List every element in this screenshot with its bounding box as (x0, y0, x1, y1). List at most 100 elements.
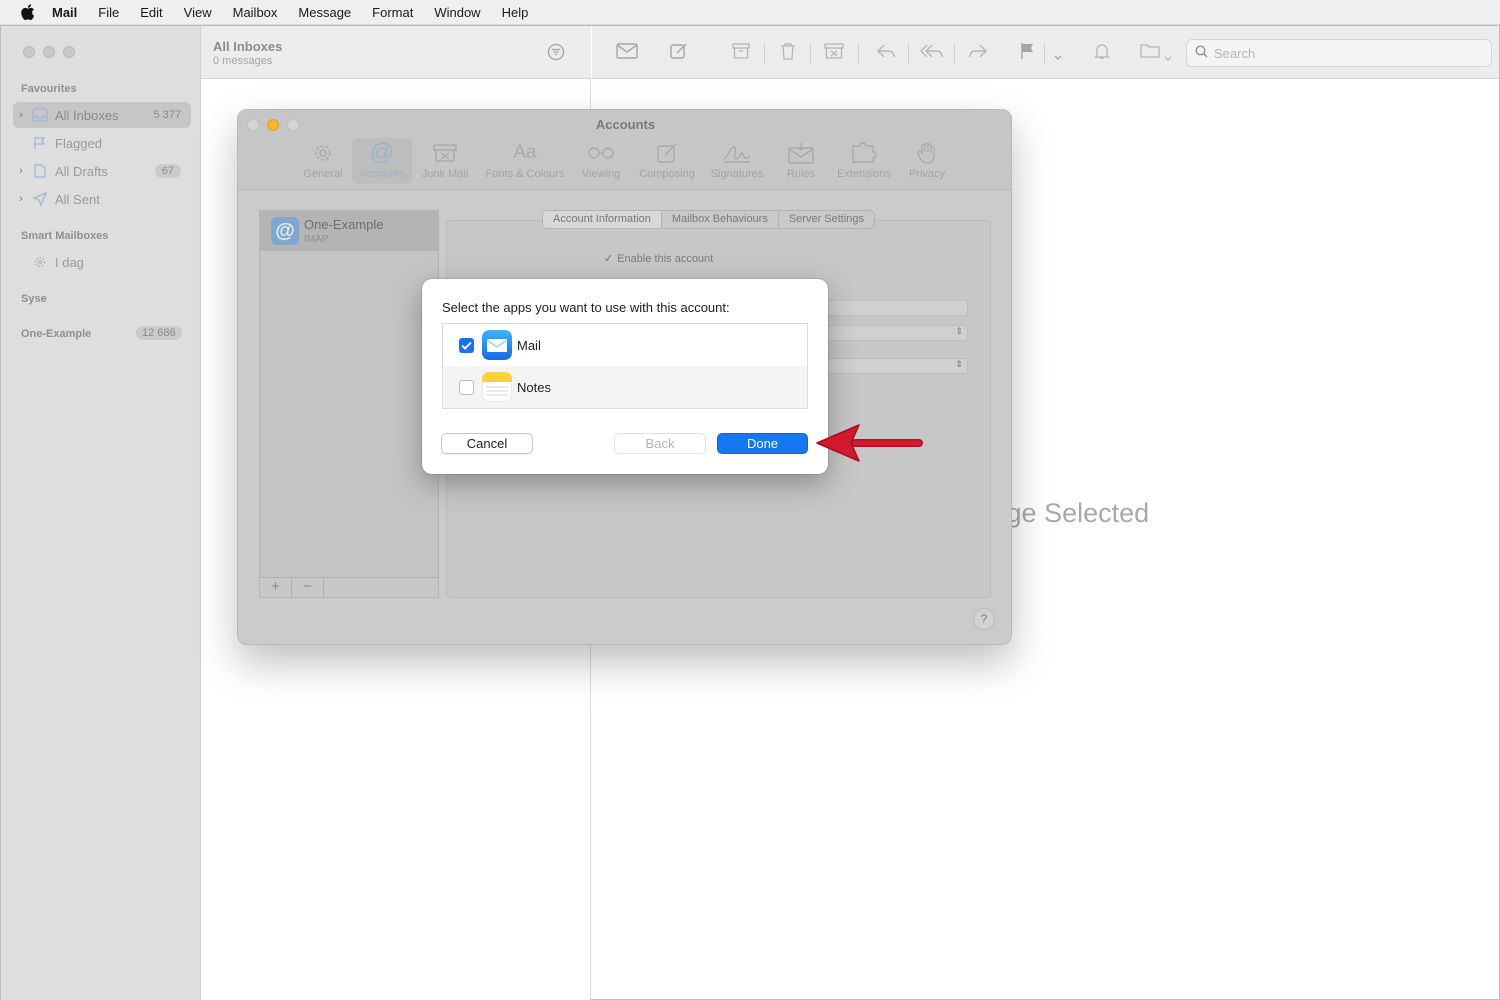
rules-icon (788, 141, 814, 165)
account-list: @ One-Example IMAP + − (259, 210, 439, 598)
compose-icon (656, 141, 678, 165)
tab-junk-mail[interactable]: Junk Mail (418, 138, 472, 184)
app-row-notes[interactable]: Notes (443, 366, 807, 408)
tab-extensions[interactable]: Extensions (832, 138, 896, 184)
archive-icon[interactable] (732, 42, 750, 65)
toolbar-separator (764, 43, 765, 65)
toolbar: Search (592, 26, 1499, 79)
tab-composing[interactable]: Composing (632, 138, 702, 184)
segment-mailbox-behaviours[interactable]: Mailbox Behaviours (660, 211, 778, 228)
hand-icon (917, 141, 937, 165)
menu-edit[interactable]: Edit (140, 5, 162, 20)
sidebar-item-flagged[interactable]: Flagged (13, 130, 191, 156)
filter-icon[interactable] (547, 43, 565, 66)
menu-mailbox[interactable]: Mailbox (233, 5, 278, 20)
tab-viewing[interactable]: Viewing (576, 138, 626, 184)
window-controls (23, 46, 75, 58)
segment-server-settings[interactable]: Server Settings (777, 211, 874, 228)
remove-account-button[interactable]: − (292, 578, 324, 597)
viewer-empty-label: No Message Selected (1009, 498, 1150, 528)
select-apps-sheet: Select the apps you want to use with thi… (422, 279, 828, 474)
bell-icon[interactable] (1094, 42, 1110, 65)
menu-bar: Mail File Edit View Mailbox Message Form… (0, 0, 1500, 25)
done-button[interactable]: Done (717, 433, 808, 454)
tab-signatures[interactable]: Signatures (706, 138, 768, 184)
help-button[interactable]: ? (973, 608, 995, 630)
reply-all-icon[interactable] (920, 42, 944, 65)
message-list-header: All Inboxes 0 messages (201, 26, 591, 79)
sidebar-item-all-drafts[interactable]: › All Drafts 67 (13, 158, 191, 184)
add-account-button[interactable]: + (260, 578, 292, 597)
account-name: One-Example (304, 217, 384, 232)
envelope-icon[interactable] (616, 42, 638, 65)
menu-window[interactable]: Window (434, 5, 480, 20)
glasses-icon (586, 141, 616, 165)
annotation-arrow-icon (815, 421, 925, 472)
mailbox-title: All Inboxes (213, 39, 283, 54)
syse-heading[interactable]: Syse (21, 293, 47, 305)
unread-count: 5 377 (153, 109, 181, 121)
chevron-down-icon[interactable] (1054, 48, 1062, 66)
no-message-selected-text: No Message Selected (1009, 498, 1209, 529)
apple-logo-icon[interactable] (18, 2, 38, 22)
sidebar-item-all-inboxes[interactable]: › All Inboxes 5 377 (13, 102, 191, 128)
chevron-right-icon[interactable]: › (13, 193, 29, 205)
trash-icon[interactable] (780, 42, 796, 65)
folder-icon[interactable] (1140, 42, 1160, 63)
compose-icon[interactable] (670, 42, 688, 65)
tab-label: Extensions (837, 168, 891, 180)
tab-general[interactable]: General (300, 138, 346, 184)
account-field[interactable] (808, 300, 968, 316)
toolbar-separator (954, 43, 955, 65)
close-window-button[interactable] (23, 46, 35, 58)
tab-label: Privacy (908, 168, 946, 180)
tab-accounts[interactable]: @ Accounts (352, 138, 412, 184)
junk-icon (433, 141, 457, 165)
tab-rules[interactable]: Rules (778, 138, 824, 184)
chevron-right-icon[interactable]: › (13, 165, 29, 177)
tab-fonts-colours[interactable]: Aa Fonts & Colours (480, 138, 570, 184)
minimize-window-button[interactable] (43, 46, 55, 58)
account-select[interactable]: ⇕ (808, 358, 968, 374)
menu-file[interactable]: File (98, 5, 119, 20)
segment-account-information[interactable]: Account Information (543, 211, 661, 228)
junk-icon[interactable] (824, 42, 844, 65)
sidebar-item-i-dag[interactable]: I dag (13, 249, 191, 275)
app-list: Mail Notes (442, 323, 808, 409)
mail-checkbox[interactable] (459, 337, 474, 353)
back-button[interactable]: Back (614, 433, 706, 454)
flag-icon (29, 136, 51, 150)
sidebar-item-label: All Sent (55, 191, 100, 207)
account-row[interactable]: @ One-Example IMAP (260, 211, 438, 251)
zoom-window-button[interactable] (63, 46, 75, 58)
chevron-right-icon[interactable]: › (13, 109, 29, 121)
reply-icon[interactable] (876, 42, 896, 65)
chevron-down-icon[interactable] (1164, 49, 1172, 67)
account-type: IMAP (304, 234, 329, 245)
message-count: 0 messages (213, 55, 273, 67)
sidebar-item-all-sent[interactable]: › All Sent (13, 186, 191, 212)
updown-chevron-icon: ⇕ (955, 359, 963, 369)
menu-help[interactable]: Help (502, 5, 529, 20)
menu-view[interactable]: View (184, 5, 212, 20)
tab-label: Rules (786, 168, 816, 180)
toolbar-separator (1044, 43, 1045, 65)
app-label: Mail (517, 337, 541, 353)
forward-icon[interactable] (968, 42, 988, 65)
menu-format[interactable]: Format (372, 5, 413, 20)
flag-icon[interactable] (1020, 42, 1036, 65)
cancel-button[interactable]: Cancel (441, 433, 533, 454)
account-count: 12 686 (136, 326, 182, 340)
notes-checkbox[interactable] (459, 379, 474, 395)
menu-message[interactable]: Message (298, 5, 351, 20)
tab-privacy[interactable]: Privacy (904, 138, 950, 184)
search-icon (1195, 45, 1208, 61)
account-select[interactable]: ⇕ (808, 325, 968, 341)
search-placeholder: Search (1214, 45, 1256, 61)
enable-account-checkbox[interactable]: ✓ Enable this account (604, 252, 713, 266)
search-input[interactable]: Search (1186, 39, 1492, 67)
app-row-mail[interactable]: Mail (443, 324, 807, 366)
account-heading[interactable]: One-Example (21, 328, 91, 340)
draft-icon (29, 164, 51, 178)
menu-mail[interactable]: Mail (52, 5, 77, 20)
